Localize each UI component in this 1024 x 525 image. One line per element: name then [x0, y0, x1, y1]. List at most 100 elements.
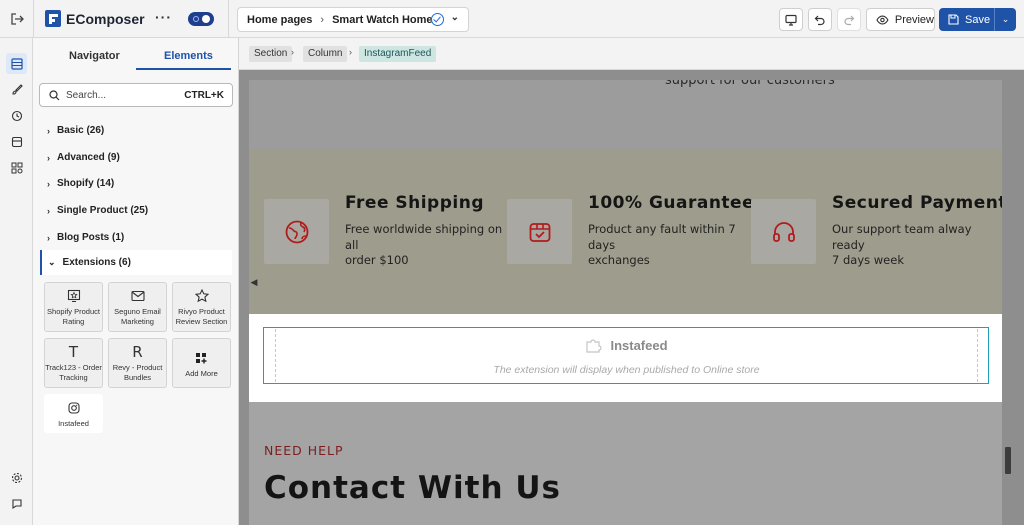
- breadcrumb-section[interactable]: Section: [249, 46, 293, 62]
- device-view-button[interactable]: [779, 8, 803, 31]
- tab-elements[interactable]: Elements: [164, 50, 213, 62]
- search-shortcut: CTRL+K: [184, 90, 224, 101]
- need-help-label: NEED HELP: [264, 443, 344, 458]
- search-icon: [49, 89, 60, 100]
- grid-add-icon: [196, 350, 207, 366]
- canvas-scrollbar-thumb[interactable]: [1005, 447, 1011, 474]
- chevron-right-icon: ›: [320, 13, 325, 26]
- category-label: Single Product (25): [57, 205, 149, 216]
- undo-icon: [814, 15, 825, 25]
- extension-seguno-email-marketing[interactable]: Seguno Email Marketing: [108, 282, 167, 332]
- extension-revy-product-bundles[interactable]: R Revy - Product Bundles: [108, 338, 167, 388]
- star-icon: [194, 288, 209, 304]
- box-check-icon: [507, 199, 572, 264]
- tile-label: Revy - Product Bundles: [112, 363, 163, 382]
- contact-section[interactable]: [249, 402, 1002, 525]
- element-search[interactable]: CTRL+K: [39, 83, 233, 107]
- extension-shopify-product-rating[interactable]: Shopify Product Rating: [44, 282, 103, 332]
- save-button[interactable]: Save ⌄: [939, 8, 1016, 31]
- active-tab-indicator: [136, 68, 231, 70]
- category-label: Shopify (14): [57, 178, 115, 189]
- category-label: Blog Posts (1): [57, 232, 125, 243]
- page-section-label: Home pages: [247, 13, 313, 26]
- instafeed-placeholder: Instafeed The extension will display whe…: [275, 329, 978, 382]
- redo-icon: [844, 15, 855, 25]
- database-icon[interactable]: [6, 131, 27, 152]
- headphones-icon: [751, 199, 816, 264]
- feature-description: Free worldwide shipping on all order $100: [345, 222, 503, 267]
- chevron-right-icon: ›: [291, 47, 294, 57]
- section-text: support for our customers: [665, 80, 835, 88]
- chevron-right-icon: ›: [349, 47, 352, 57]
- feature-title: 100% Guarantee: [588, 193, 755, 213]
- instafeed-section[interactable]: Instafeed The extension will display whe…: [249, 314, 1002, 402]
- tile-label: Shopify Product Rating: [47, 307, 100, 326]
- preview-label: Preview: [894, 13, 934, 26]
- category-advanced[interactable]: › Advanced (9): [47, 152, 120, 163]
- text-T-icon: T: [68, 343, 79, 361]
- preview-button[interactable]: Preview: [866, 8, 935, 31]
- chevron-right-icon: ›: [47, 152, 50, 163]
- category-basic[interactable]: › Basic (26): [47, 125, 104, 136]
- more-menu-icon[interactable]: ···: [155, 10, 172, 24]
- divider: [33, 0, 34, 38]
- eye-icon: [876, 14, 889, 25]
- chevron-down-icon: ⌄: [450, 12, 459, 23]
- mode-toggle[interactable]: [188, 12, 214, 26]
- page-selector[interactable]: Home pages › Smart Watch Home ⌄: [237, 7, 469, 32]
- elements-panel: Navigator Elements CTRL+K › Basic (26) › A…: [33, 38, 239, 525]
- left-rail: [0, 38, 33, 525]
- top-bar: EComposer ··· Home pages › Smart Watch H…: [0, 0, 1024, 38]
- exit-icon[interactable]: [9, 11, 25, 27]
- mail-icon: [130, 288, 145, 304]
- category-label: Basic (26): [57, 125, 105, 136]
- extension-rivyo-product-review[interactable]: Rivyo Product Review Section: [172, 282, 231, 332]
- add-more-extension-button[interactable]: Add More: [172, 338, 231, 388]
- extension-instafeed[interactable]: Instafeed: [44, 394, 103, 433]
- chevron-right-icon: ›: [47, 178, 50, 189]
- category-label: Advanced (9): [57, 152, 120, 163]
- tile-label: Rivyo Product Review Section: [175, 307, 228, 326]
- instafeed-subtitle: The extension will display when publishe…: [493, 364, 760, 376]
- page-name-label: Smart Watch Home: [332, 13, 433, 26]
- chat-support-icon[interactable]: [6, 493, 27, 514]
- extension-track123[interactable]: T Track123 - Order Tracking: [44, 338, 103, 388]
- chevron-right-icon: ›: [47, 232, 50, 243]
- save-options-chevron-icon[interactable]: ⌄: [994, 8, 1016, 31]
- apps-icon[interactable]: [6, 157, 27, 178]
- feature-title: Secured Payment: [832, 193, 1002, 213]
- history-icon[interactable]: [6, 105, 27, 126]
- published-check-icon: [431, 13, 444, 26]
- brand-name: EComposer: [66, 11, 145, 27]
- instafeed-element-selected[interactable]: Instafeed The extension will display whe…: [263, 327, 989, 384]
- contact-heading: Contact With Us: [264, 470, 561, 506]
- category-single-product[interactable]: › Single Product (25): [47, 205, 148, 216]
- tab-navigator[interactable]: Navigator: [69, 50, 120, 62]
- chevron-right-icon: ›: [47, 205, 50, 216]
- monitor-icon: [785, 14, 797, 26]
- undo-button[interactable]: [808, 8, 832, 31]
- breadcrumb-instagramfeed[interactable]: InstagramFeed: [359, 46, 437, 62]
- feature-title: Free Shipping: [345, 193, 484, 213]
- feature-description: Product any fault within 7 days exchanges: [588, 222, 736, 267]
- elements-panel-icon[interactable]: [6, 53, 27, 74]
- tile-label: Add More: [185, 369, 218, 378]
- page-canvas: support for our customers Free Shipping …: [249, 80, 1002, 525]
- collapse-panel-chevron-icon[interactable]: ◀: [249, 272, 259, 292]
- settings-gear-icon[interactable]: [6, 467, 27, 488]
- chevron-down-icon: ⌄: [48, 257, 56, 267]
- category-extensions[interactable]: ⌄ Extensions (6): [40, 250, 232, 275]
- tile-label: Seguno Email Marketing: [114, 307, 161, 326]
- redo-button[interactable]: [837, 8, 861, 31]
- breadcrumb-column[interactable]: Column: [303, 46, 348, 62]
- save-icon: [948, 14, 959, 25]
- search-input[interactable]: [66, 89, 176, 101]
- tile-label: Track123 - Order Tracking: [45, 363, 102, 382]
- puzzle-icon: [586, 338, 603, 353]
- category-blog-posts[interactable]: › Blog Posts (1): [47, 232, 124, 243]
- brush-icon[interactable]: [6, 79, 27, 100]
- globe-icon: [264, 199, 329, 264]
- instafeed-title: Instafeed: [276, 338, 977, 353]
- category-shopify[interactable]: › Shopify (14): [47, 178, 114, 189]
- rating-icon: [67, 288, 81, 304]
